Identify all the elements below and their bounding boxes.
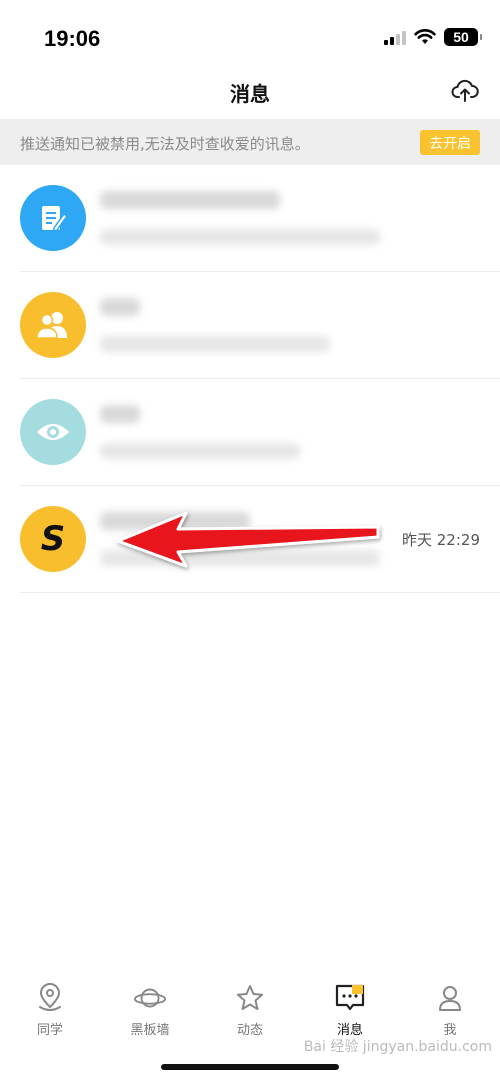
cellular-signal-icon [384,29,406,45]
note-edit-icon [42,206,69,233]
location-pin-icon [33,981,67,1015]
tab-label: 同学 [36,1023,63,1038]
blurred-message-preview [100,550,380,566]
page-title: 消息 [230,82,270,106]
planet-icon [133,981,167,1015]
tab-label: 黑板墙 [130,1023,170,1038]
avatar: S [20,506,86,572]
home-indicator[interactable] [161,1064,339,1070]
eye-icon [37,424,69,440]
blurred-message-preview [100,443,300,459]
tab-label: 动态 [236,1023,263,1038]
blurred-sender-name [100,405,140,423]
list-item[interactable] [20,272,500,379]
blurred-sender-name [100,191,280,209]
group-icon [36,312,67,339]
wifi-icon [414,29,436,44]
enable-notifications-button[interactable]: 去开启 [420,130,480,155]
avatar [20,292,86,358]
tab-messages[interactable]: 消息 [300,975,400,1045]
message-time: 昨天 22:29 [402,531,480,549]
battery-icon: 50 [444,28,482,46]
person-icon [433,981,467,1015]
tab-blackboard[interactable]: 黑板墙 [100,975,200,1045]
tab-me[interactable]: 我 [400,975,500,1045]
list-item[interactable] [20,165,500,272]
blurred-sender-name [100,298,140,316]
tab-moments[interactable]: 动态 [200,975,300,1045]
status-bar: 19:06 50 [0,0,500,70]
avatar [20,399,86,465]
cloud-upload-button[interactable] [450,76,480,106]
blurred-message-preview [100,229,380,245]
watermark: Bai 经验 jingyan.baidu.com [303,1039,492,1055]
list-item[interactable] [20,379,500,486]
nav-bar: 消息 [0,70,500,118]
notice-text: 推送通知已被禁用,无法及时查收爱的讯息。 [20,135,310,153]
cloud-upload-icon [451,79,479,102]
push-disabled-notice: 推送通知已被禁用,无法及时查收爱的讯息。 去开启 [0,119,500,165]
status-time: 19:06 [44,26,101,51]
blurred-message-preview [100,336,330,352]
tab-classmates[interactable]: 同学 [0,975,100,1045]
chat-bubble-icon [333,981,367,1015]
blurred-sender-name [100,512,250,530]
avatar [20,185,86,251]
status-icons: 50 [384,28,482,46]
star-icon [233,981,267,1015]
letter-s-icon: S [40,519,66,559]
